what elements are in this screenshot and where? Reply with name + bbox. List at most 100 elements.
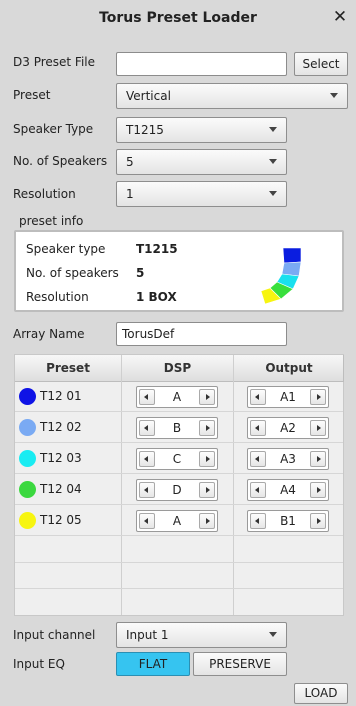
speaker-color-dot <box>19 481 36 498</box>
input-channel-value: Input 1 <box>126 628 169 642</box>
arrow-right-icon[interactable] <box>310 389 326 405</box>
dsp-value: A <box>172 390 182 404</box>
arrow-left-icon[interactable] <box>139 482 155 498</box>
output-value: A4 <box>280 483 296 497</box>
empty-table-row <box>15 537 343 563</box>
preset-dropdown[interactable]: Vertical <box>116 83 348 109</box>
arrow-right-icon[interactable] <box>199 420 215 436</box>
preset-value: Vertical <box>126 89 171 103</box>
column-header-output: Output <box>265 361 313 375</box>
output-value: B1 <box>280 514 296 528</box>
info-label-num-speakers: No. of speakers <box>26 266 119 280</box>
num-speakers-value: 5 <box>126 155 134 169</box>
dsp-stepper[interactable]: C <box>136 448 218 470</box>
arrow-right-icon[interactable] <box>310 420 326 436</box>
arrow-right-icon[interactable] <box>199 451 215 467</box>
arrow-left-icon[interactable] <box>139 513 155 529</box>
output-stepper[interactable]: A2 <box>247 417 329 439</box>
table-row[interactable]: T12 01 A A1 <box>15 382 343 412</box>
eq-preserve-button[interactable]: PRESERVE <box>193 652 287 676</box>
info-label-resolution: Resolution <box>26 290 89 304</box>
speaker-color-dot <box>19 512 36 529</box>
arrow-right-icon[interactable] <box>310 482 326 498</box>
speaker-color-dot <box>19 419 36 436</box>
preset-name: T12 01 <box>40 389 82 403</box>
input-channel-label: Input channel <box>13 628 96 642</box>
array-name-input[interactable]: TorusDef <box>116 322 287 346</box>
preset-info-panel: Speaker type T1215 No. of speakers 5 Res… <box>14 230 344 312</box>
column-header-dsp: DSP <box>163 361 192 375</box>
num-speakers-label: No. of Speakers <box>13 154 108 168</box>
preset-name: T12 02 <box>40 420 82 434</box>
preset-name: T12 05 <box>40 513 82 527</box>
empty-table-row <box>15 589 343 615</box>
preset-info-heading: preset info <box>19 214 84 228</box>
output-value: A2 <box>280 421 296 435</box>
speaker-color-dot <box>19 388 36 405</box>
eq-flat-button[interactable]: FLAT <box>116 652 190 676</box>
arrow-left-icon[interactable] <box>250 482 266 498</box>
arrow-left-icon[interactable] <box>250 420 266 436</box>
num-speakers-dropdown[interactable]: 5 <box>116 149 287 175</box>
dsp-value: B <box>172 421 182 435</box>
input-eq-label: Input EQ <box>13 657 65 671</box>
resolution-value: 1 <box>126 187 134 201</box>
table-row[interactable]: T12 04 D A4 <box>15 475 343 505</box>
empty-table-row <box>15 563 343 589</box>
preset-label: Preset <box>13 88 51 102</box>
chevron-down-icon <box>269 159 277 164</box>
arrow-left-icon[interactable] <box>250 451 266 467</box>
array-arc-graphic <box>260 247 302 305</box>
arrow-left-icon[interactable] <box>139 420 155 436</box>
preset-name: T12 03 <box>40 451 82 465</box>
dsp-value: C <box>172 452 182 466</box>
input-channel-dropdown[interactable]: Input 1 <box>116 622 287 648</box>
dsp-stepper[interactable]: B <box>136 417 218 439</box>
arrow-right-icon[interactable] <box>199 482 215 498</box>
column-header-preset: Preset <box>46 361 90 375</box>
preset-name: T12 04 <box>40 482 82 496</box>
speaker-type-label: Speaker Type <box>13 122 94 136</box>
arc-segment <box>281 261 302 277</box>
chevron-down-icon <box>269 127 277 132</box>
arc-segment <box>282 247 302 264</box>
dsp-stepper[interactable]: A <box>136 386 218 408</box>
dsp-value: D <box>172 483 182 497</box>
dsp-stepper[interactable]: A <box>136 510 218 532</box>
arrow-right-icon[interactable] <box>310 513 326 529</box>
select-file-button[interactable]: Select <box>294 52 348 76</box>
table-row[interactable]: T12 03 C A3 <box>15 444 343 474</box>
arrow-left-icon[interactable] <box>139 451 155 467</box>
d3-preset-file-input[interactable] <box>116 52 287 76</box>
info-label-speaker-type: Speaker type <box>26 242 106 256</box>
info-value-resolution: 1 BOX <box>136 290 177 304</box>
chevron-down-icon <box>330 93 338 98</box>
arrow-right-icon[interactable] <box>199 389 215 405</box>
output-stepper[interactable]: A4 <box>247 479 329 501</box>
arrow-right-icon[interactable] <box>310 451 326 467</box>
output-stepper[interactable]: A3 <box>247 448 329 470</box>
arrow-left-icon[interactable] <box>250 389 266 405</box>
info-value-num-speakers: 5 <box>136 266 145 280</box>
column-divider <box>343 355 344 382</box>
resolution-label: Resolution <box>13 187 76 201</box>
load-button[interactable]: LOAD <box>294 683 348 704</box>
info-value-speaker-type: T1215 <box>136 242 178 256</box>
table-header: Preset DSP Output <box>15 355 343 382</box>
dsp-value: A <box>172 514 182 528</box>
arrow-left-icon[interactable] <box>139 389 155 405</box>
table-row[interactable]: T12 05 A B1 <box>15 506 343 536</box>
table-row[interactable]: T12 02 B A2 <box>15 413 343 443</box>
chevron-down-icon <box>269 632 277 637</box>
speaker-color-dot <box>19 450 36 467</box>
output-stepper[interactable]: B1 <box>247 510 329 532</box>
arrow-right-icon[interactable] <box>199 513 215 529</box>
dsp-stepper[interactable]: D <box>136 479 218 501</box>
speaker-type-dropdown[interactable]: T1215 <box>116 117 287 143</box>
output-stepper[interactable]: A1 <box>247 386 329 408</box>
arrow-left-icon[interactable] <box>250 513 266 529</box>
close-icon[interactable]: ✕ <box>330 6 350 28</box>
speaker-type-value: T1215 <box>126 123 164 137</box>
resolution-dropdown[interactable]: 1 <box>116 181 287 207</box>
window-title: Torus Preset Loader <box>99 10 257 26</box>
